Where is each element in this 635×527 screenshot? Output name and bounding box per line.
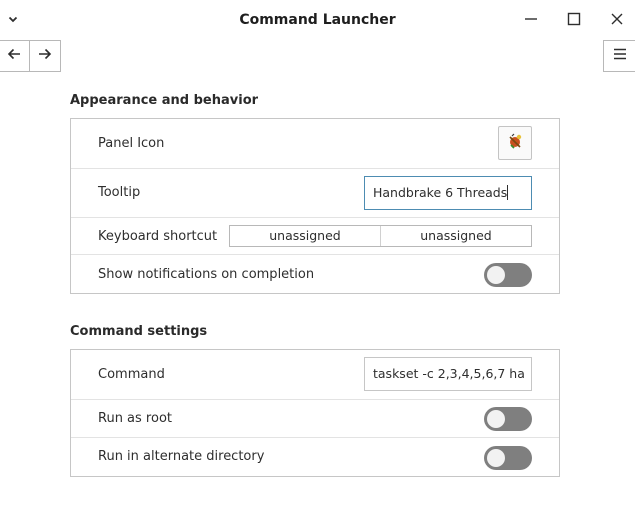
panel-icon-button[interactable]: [498, 126, 532, 160]
tooltip-label: Tooltip: [98, 185, 141, 200]
panel-icon-row: Panel Icon: [71, 119, 559, 168]
notifications-toggle[interactable]: [484, 263, 532, 287]
back-button[interactable]: [0, 40, 30, 72]
run-as-root-row: Run as root: [71, 399, 559, 438]
command-label: Command: [98, 367, 165, 382]
main-menu-button[interactable]: [603, 40, 635, 72]
command-input-text: taskset -c 2,3,4,5,6,7 ha: [373, 366, 525, 381]
alternate-directory-label: Run in alternate directory: [98, 449, 265, 464]
alternate-directory-row: Run in alternate directory: [71, 437, 559, 477]
keyboard-shortcut-row: Keyboard shortcut unassigned unassigned: [71, 217, 559, 255]
maximize-button[interactable]: [561, 8, 587, 34]
tooltip-input[interactable]: Handbrake 6 Threads: [364, 176, 532, 210]
notifications-row: Show notifications on completion: [71, 254, 559, 294]
close-icon: [610, 12, 624, 30]
panel-icon-label: Panel Icon: [98, 136, 165, 151]
keyboard-shortcut-buttons: unassigned unassigned: [229, 225, 532, 247]
forward-button[interactable]: [29, 40, 61, 72]
alternate-directory-toggle[interactable]: [484, 446, 532, 470]
command-row: Command taskset -c 2,3,4,5,6,7 ha: [71, 350, 559, 399]
keyboard-shortcut-label: Keyboard shortcut: [98, 229, 218, 244]
notifications-label: Show notifications on completion: [98, 267, 315, 282]
command-section-title: Command settings: [70, 324, 208, 339]
maximize-icon: [567, 12, 581, 30]
close-button[interactable]: [604, 8, 630, 34]
appearance-panel: Panel Icon Tooltip Handbrake 6 Threads K…: [70, 118, 560, 294]
tooltip-input-text: Handbrake 6 Threads: [373, 185, 508, 200]
hamburger-menu-icon: [612, 46, 628, 66]
title-bar: Command Launcher: [0, 0, 635, 40]
toggle-knob: [487, 410, 505, 428]
arrow-right-icon: [37, 46, 53, 66]
minimize-icon: [524, 12, 538, 30]
primary-shortcut-button[interactable]: unassigned: [230, 226, 380, 246]
appearance-section-title: Appearance and behavior: [70, 93, 259, 108]
text-caret: [507, 185, 509, 200]
tooltip-row: Tooltip Handbrake 6 Threads: [71, 168, 559, 218]
toggle-knob: [487, 449, 505, 467]
command-panel: Command taskset -c 2,3,4,5,6,7 ha Run as…: [70, 349, 560, 477]
minimize-button[interactable]: [518, 8, 544, 34]
toggle-knob: [487, 266, 505, 284]
run-as-root-toggle[interactable]: [484, 407, 532, 431]
secondary-shortcut-button[interactable]: unassigned: [380, 226, 531, 246]
arrow-left-icon: [6, 46, 22, 66]
run-as-root-label: Run as root: [98, 411, 172, 426]
panel-launcher-icon: [506, 132, 524, 154]
command-input[interactable]: taskset -c 2,3,4,5,6,7 ha: [364, 357, 532, 391]
